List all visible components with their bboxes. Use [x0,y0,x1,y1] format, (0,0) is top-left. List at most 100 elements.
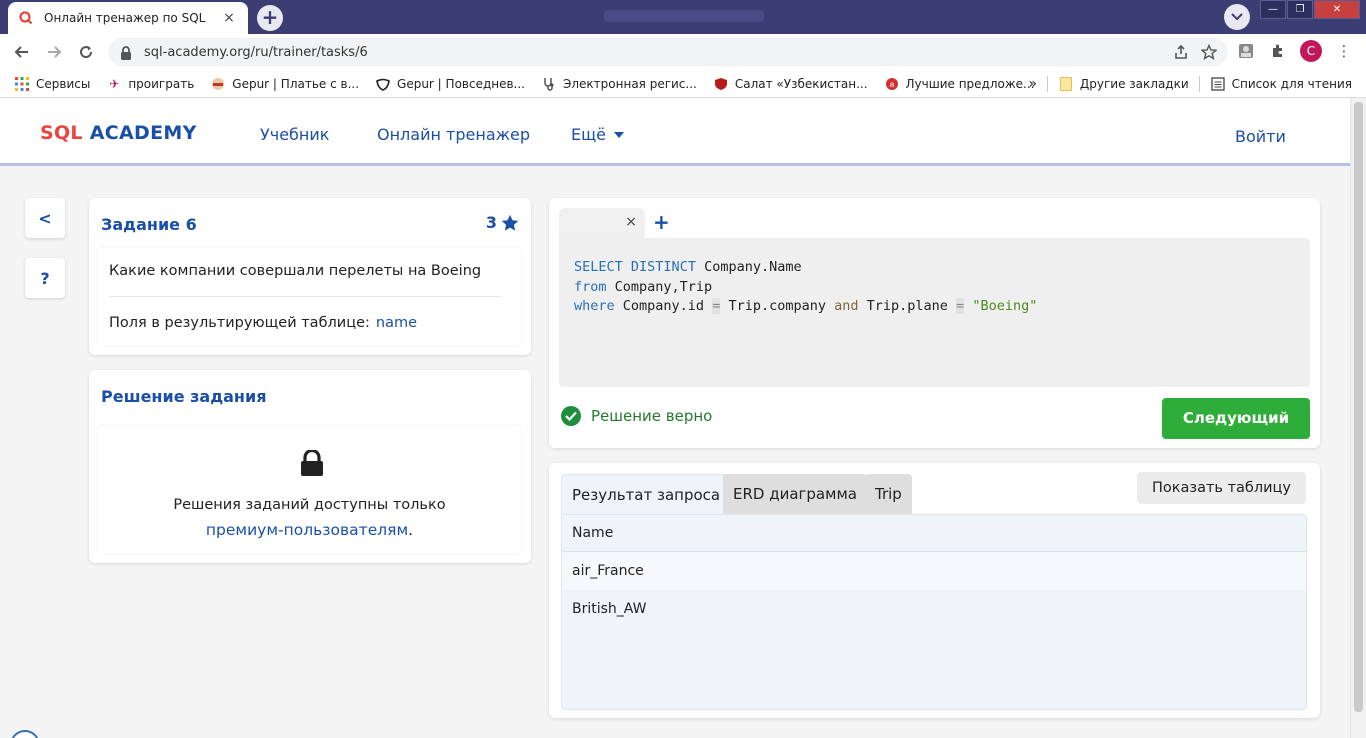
bookmarks-separator [1198,76,1200,92]
editor-tab[interactable]: × [559,208,645,238]
bookmark-label: Gepur | Платье с в... [232,76,360,91]
nav-more-label: Ещё [571,125,607,144]
profile-avatar[interactable]: C [1300,40,1322,62]
code-line: SELECT DISTINCT Company.Name [574,258,1295,278]
extensions-area: C ⋮ [1236,40,1354,62]
scroll-thumb[interactable] [1354,102,1363,712]
reload-icon[interactable] [70,36,102,68]
bookmark-item[interactable]: Салат «Узбекистан... [713,76,868,92]
sql-code-editor[interactable]: SELECT DISTINCT Company.Name from Company… [559,238,1310,387]
bookmark-label: проиграть [128,76,195,91]
tab-erd-diagram[interactable]: ERD диаграмма [723,474,867,514]
code-token: "Boeing" [972,298,1038,314]
table-row: air_France [562,552,1306,590]
next-task-button[interactable]: Следующий [1162,398,1310,439]
other-bookmarks-link[interactable]: Другие закладки [1080,77,1189,91]
task-description: Какие компании совершали перелеты на Boe… [98,248,521,345]
tab-search-icon[interactable] [1224,4,1250,30]
add-editor-tab-icon[interactable]: + [653,210,670,234]
code-token: Company.Name [695,259,802,275]
shield-bird-icon [713,76,729,92]
difficulty-count: 3 [485,213,497,232]
nav-more[interactable]: Ещё [571,125,625,144]
code-token: DISTINCT [630,259,696,275]
reading-list-link[interactable]: Список для чтения [1232,77,1352,91]
bookmark-label: Салат «Узбекистан... [734,76,868,91]
code-token: Trip.company [720,298,835,314]
chevron-left-icon: < [38,208,52,228]
bookmark-item[interactable]: ✈ проиграть [106,76,194,92]
bookmark-item[interactable]: a Лучшие предложе... [884,76,1035,92]
sql-academy-favicon-icon [18,10,34,26]
fields-label: Поля в результирующей таблице: [109,315,370,331]
forward-arrow-icon[interactable] [38,36,70,68]
code-token: where [574,298,615,314]
back-button[interactable]: < [25,198,65,238]
chat-widget-icon[interactable] [10,730,40,738]
url-text[interactable]: sql-academy.org/ru/trainer/tasks/6 [144,45,368,60]
url-bar[interactable]: sql-academy.org/ru/trainer/tasks/6 [108,38,1228,66]
status-text: Решение верно [591,407,713,425]
bookmarks-bar: Сервисы ✈ проиграть Gepur | Платье с в..… [0,70,1366,98]
browser-tab[interactable]: Онлайн тренажер по SQL × [8,2,248,34]
login-link[interactable]: Войти [1235,127,1286,146]
browser-tab-bar: Онлайн тренажер по SQL × + — ❐ ✕ [0,0,1366,34]
editor-tab-close-icon[interactable]: × [625,214,637,230]
bookmark-star-icon[interactable] [1200,43,1218,61]
bookmark-item[interactable]: Gepur | Платье с в... [210,76,359,92]
share-icon[interactable] [1172,43,1190,61]
puzzle-extensions-icon[interactable] [1268,41,1288,61]
minimize-icon[interactable]: — [1260,0,1286,19]
task-difficulty: 3 [486,213,519,232]
bookmark-item[interactable]: Сервисы [14,76,90,92]
nav-textbook[interactable]: Учебник [260,125,329,144]
code-line: from Company,Trip [574,278,1295,298]
bookmark-item[interactable]: Электронная регис... [541,76,697,92]
nav-trainer[interactable]: Онлайн тренажер [377,125,530,144]
bookmark-item[interactable]: Gepur | Повседнев... [375,76,525,92]
extension-avatar-icon[interactable] [1236,41,1256,61]
solution-title: Решение задания [101,387,267,406]
premium-link-suffix: . [408,521,414,539]
maximize-icon[interactable]: ❐ [1287,0,1313,19]
solution-locked-text: Решения заданий доступны только [173,497,446,513]
task-title: Задание 6 [101,215,197,234]
caret-down-icon [614,131,625,138]
code-token: from [574,278,607,295]
new-tab-button[interactable]: + [257,5,283,31]
code-token: Company,Trip [606,278,713,295]
solution-card: Решение задания Решения заданий доступны… [89,370,531,563]
logo-sql: SQL [40,122,83,144]
premium-link[interactable]: премиум-пользователям [206,521,408,539]
bookmark-label: Лучшие предложе... [905,76,1035,91]
window-title-blur [604,10,764,22]
show-table-button[interactable]: Показать таблицу [1137,472,1306,504]
bookmarks-right: » Другие закладки Список для чтения [1028,70,1352,98]
tab-trip[interactable]: Trip [865,474,912,514]
bookmarks-overflow-icon[interactable]: » [1028,76,1037,92]
code-line: where Company.id = Trip.company and Trip… [574,297,1295,317]
svg-text:a: a [889,80,894,89]
page-scrollbar[interactable] [1350,98,1366,738]
back-arrow-icon[interactable] [6,36,38,68]
lock-icon[interactable] [120,45,134,60]
bookmark-label: Gepur | Повседнев... [397,76,525,91]
address-toolbar: sql-academy.org/ru/trainer/tasks/6 [0,34,1366,70]
window-close-icon[interactable]: ✕ [1314,0,1360,19]
kebab-menu-icon[interactable]: ⋮ [1334,41,1354,61]
task-result-fields: Поля в результирующей таблице: name [109,315,417,331]
ad-circle-icon: a [884,76,900,92]
editor-card: × + SELECT DISTINCT Company.Name from Com… [549,198,1320,448]
code-token: SELECT [574,259,623,275]
padlock-icon [300,448,324,476]
tab-query-result[interactable]: Результат запроса [561,474,732,514]
help-button[interactable]: ? [25,258,65,298]
logo-academy: ACADEMY [89,122,197,144]
site-logo[interactable]: SQL ACADEMY [40,122,197,144]
code-token: = [956,298,965,314]
code-token: Trip.plane [858,298,957,314]
code-token: and [834,298,859,314]
window-controls: — ❐ ✕ [1260,0,1361,19]
tab-close-icon[interactable]: × [220,9,238,27]
